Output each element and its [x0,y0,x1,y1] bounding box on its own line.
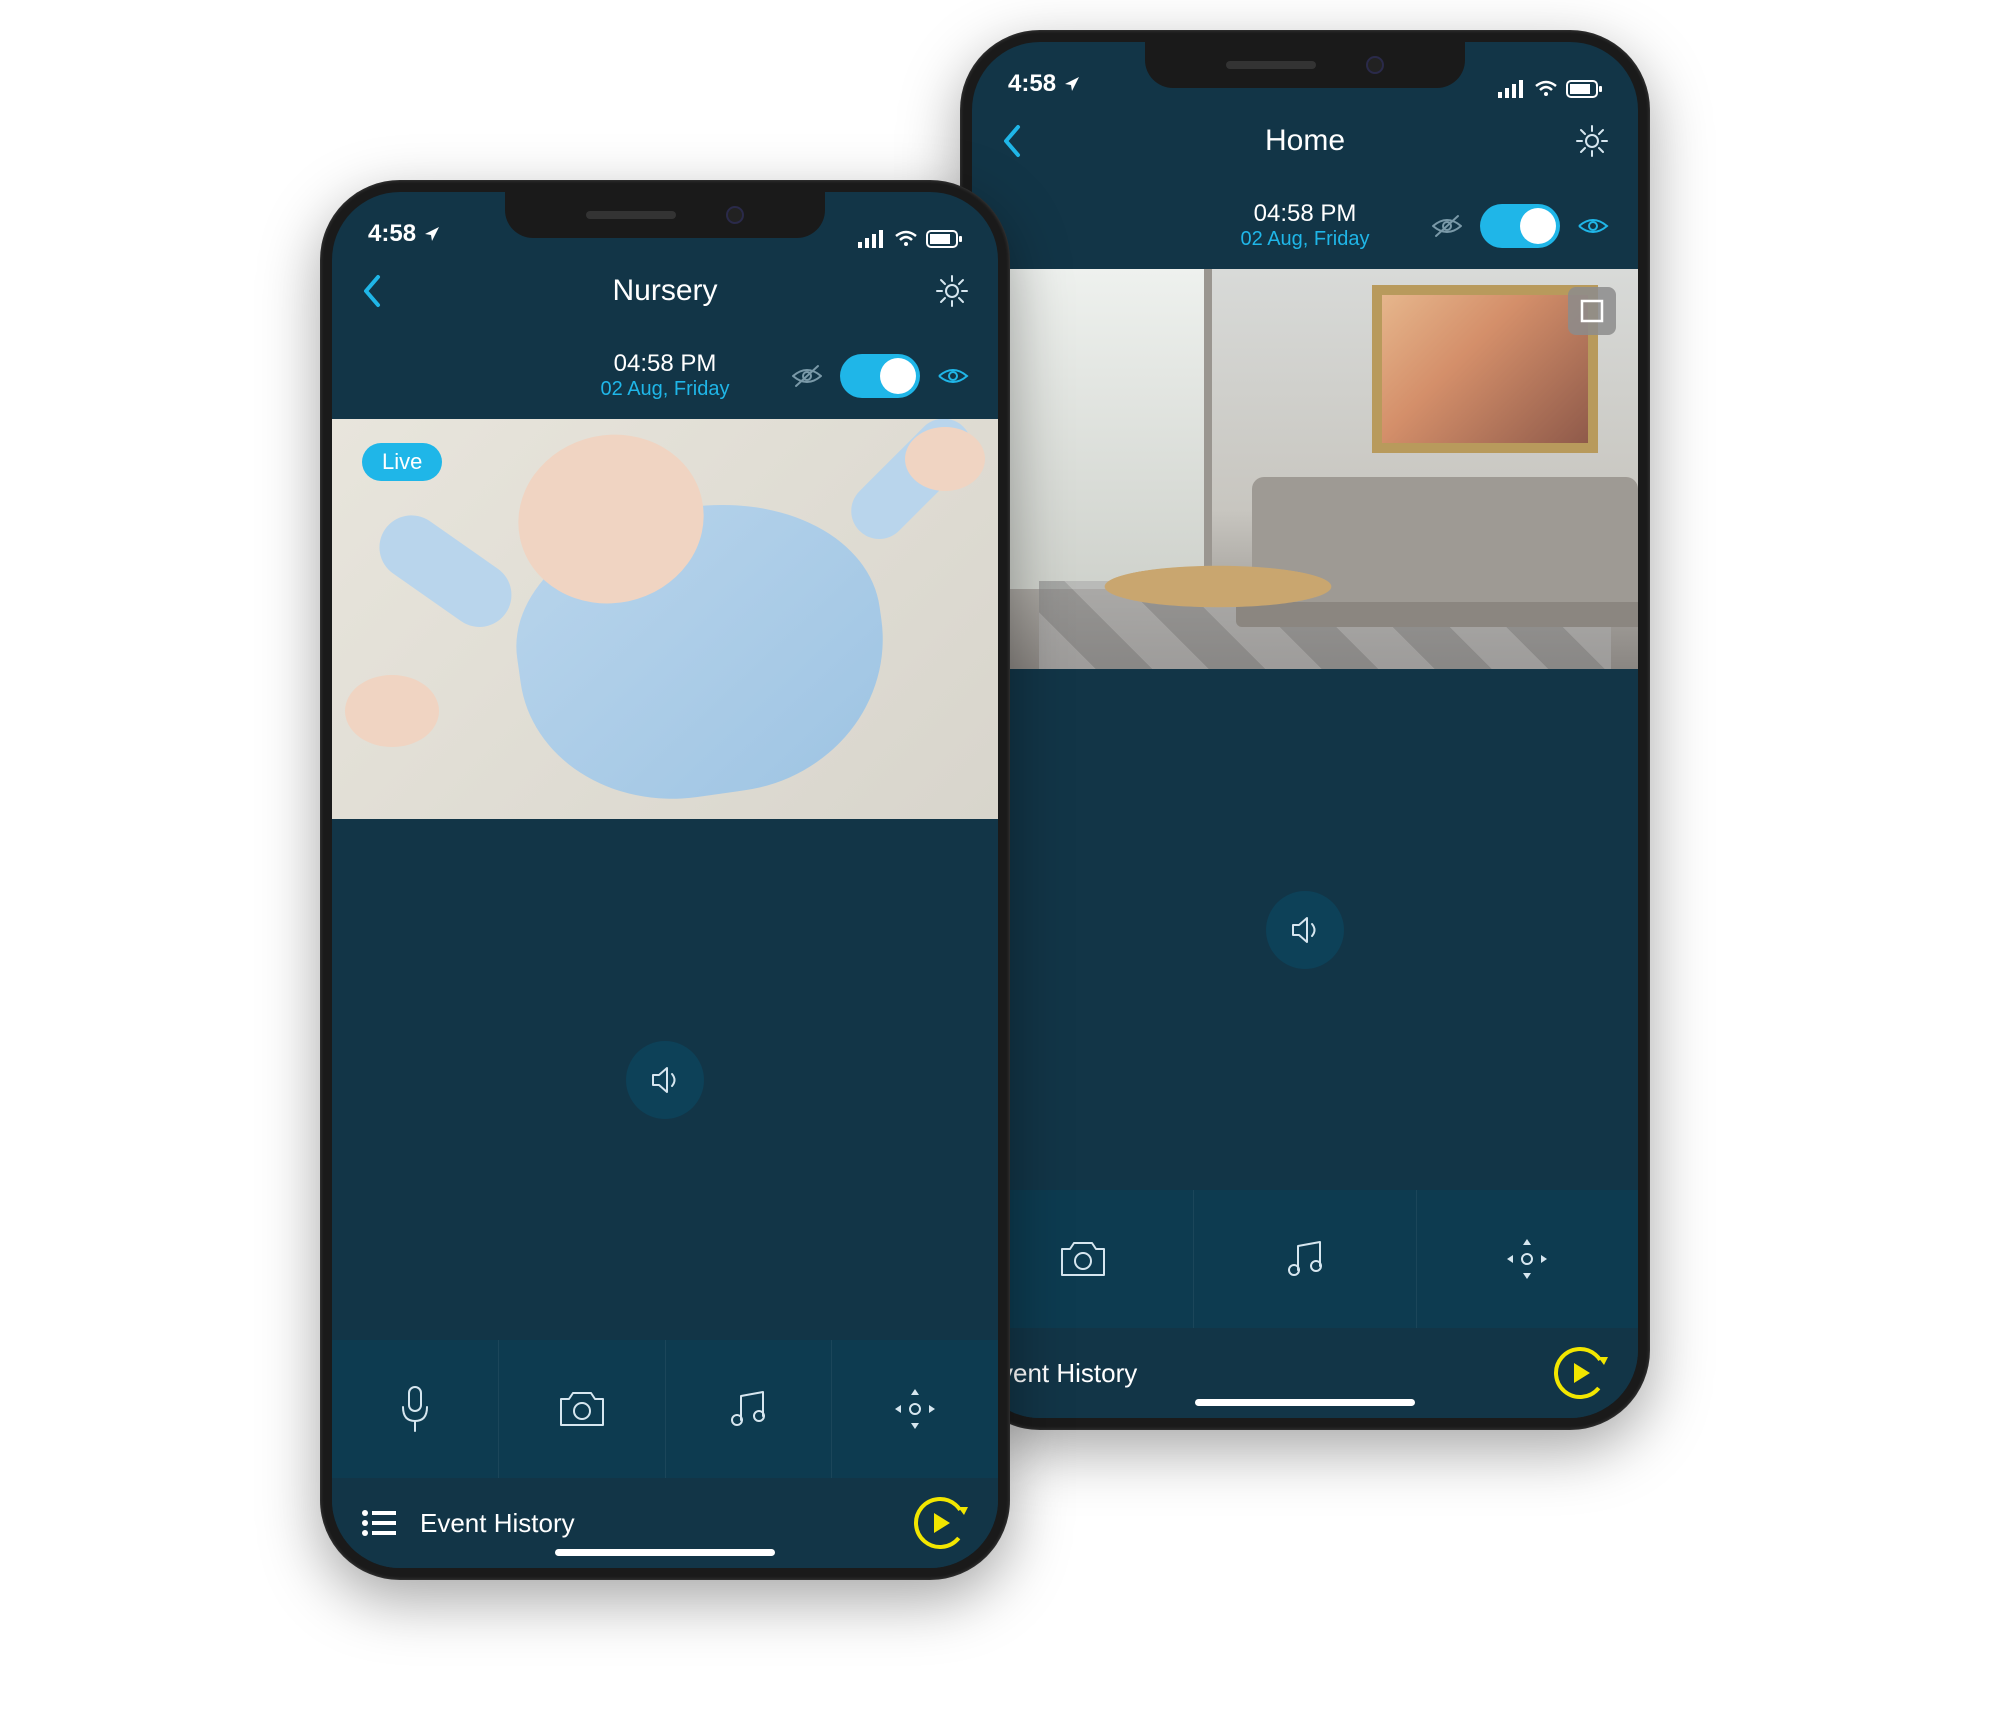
directional-pad-icon [889,1383,941,1435]
back-button[interactable] [360,273,382,309]
cellular-signal-icon [1498,80,1526,98]
audio-area [332,819,998,1340]
audio-area [972,669,1638,1190]
current-date: 02 Aug, Friday [601,378,730,401]
camera-feed[interactable]: Live [332,419,998,819]
phone-screen-home: 4:58 [972,42,1638,1418]
control-bar [972,1190,1638,1328]
location-arrow-icon [1062,74,1082,94]
phone-notch [1145,42,1465,88]
gear-icon [934,273,970,309]
settings-button[interactable] [934,273,970,309]
status-time: 4:58 [1008,70,1056,98]
music-icon [725,1386,771,1432]
page-title: Nursery [612,274,717,308]
lullaby-button[interactable] [1194,1190,1416,1328]
snapshot-button[interactable] [499,1340,666,1478]
baby-image [332,419,998,819]
camera-icon [555,1387,609,1431]
speaker-button[interactable] [1266,891,1344,969]
pan-tilt-button[interactable] [832,1340,998,1478]
cellular-signal-icon [858,230,886,248]
lullaby-button[interactable] [666,1340,833,1478]
event-play-button[interactable] [910,1493,970,1553]
home-indicator[interactable] [555,1549,775,1556]
battery-icon [1566,80,1602,98]
settings-button[interactable] [1574,123,1610,159]
page-title: Home [1265,124,1345,158]
privacy-toggle[interactable] [1480,204,1560,248]
speaker-icon [1285,910,1325,950]
location-arrow-icon [422,224,442,244]
phone-frame-nursery: 4:58 [320,180,1010,1580]
expand-icon [1578,297,1606,325]
living-room-image [972,269,1638,669]
camera-icon [1056,1237,1110,1281]
back-button[interactable] [1000,123,1022,159]
replay-icon [910,1493,970,1553]
phone-screen-nursery: 4:58 [332,192,998,1568]
current-time: 04:58 PM [601,350,730,378]
speaker-icon [645,1060,685,1100]
directional-pad-icon [1501,1233,1553,1285]
home-indicator[interactable] [1195,1399,1415,1406]
microphone-button[interactable] [332,1340,499,1478]
event-history-label: vent History [1000,1358,1137,1389]
nav-bar: Home [972,102,1638,180]
datetime-row: 04:58 PM 02 Aug, Friday [332,330,998,419]
microphone-icon [397,1383,433,1435]
eye-icon [1576,212,1610,240]
privacy-toggle[interactable] [840,354,920,398]
expand-button[interactable] [1568,287,1616,335]
replay-icon [1550,1343,1610,1403]
nav-bar: Nursery [332,252,998,330]
live-badge: Live [362,443,442,481]
event-history-label: Event History [420,1508,575,1539]
status-time: 4:58 [368,220,416,248]
speaker-button[interactable] [626,1041,704,1119]
eye-off-icon [1430,212,1464,240]
list-icon [360,1508,396,1538]
pan-tilt-button[interactable] [1417,1190,1638,1328]
wifi-icon [1534,80,1558,98]
datetime-row: 04:58 PM 02 Aug, Friday [972,180,1638,269]
phone-frame-home: 4:58 [960,30,1650,1430]
phone-notch [505,192,825,238]
eye-icon [936,362,970,390]
gear-icon [1574,123,1610,159]
event-play-button[interactable] [1550,1343,1610,1403]
camera-feed[interactable] [972,269,1638,669]
music-icon [1282,1236,1328,1282]
battery-icon [926,230,962,248]
current-date: 02 Aug, Friday [1241,228,1370,251]
control-bar [332,1340,998,1478]
wifi-icon [894,230,918,248]
eye-off-icon [790,362,824,390]
current-time: 04:58 PM [1241,200,1370,228]
